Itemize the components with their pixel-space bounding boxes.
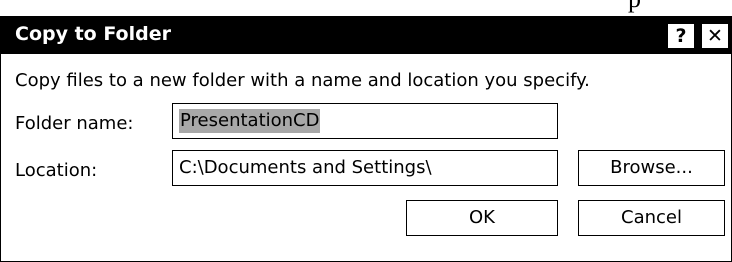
document-background: p [0, 0, 732, 16]
folder-name-label: Folder name: [15, 113, 134, 134]
folder-name-value: PresentationCD [179, 109, 321, 133]
dialog-titlebar[interactable]: Copy to Folder ? ✕ [1, 16, 731, 54]
document-text-fragment: p [628, 0, 641, 12]
help-button[interactable]: ? [667, 23, 695, 49]
dialog-title: Copy to Folder [15, 23, 171, 45]
location-value: C:\Documents and Settings\ [179, 157, 432, 178]
location-label: Location: [15, 160, 98, 181]
cancel-button[interactable]: Cancel [578, 200, 725, 236]
copy-to-folder-dialog: Copy to Folder ? ✕ Copy files to a new f… [0, 16, 732, 262]
browse-button[interactable]: Browse... [578, 150, 725, 186]
close-button[interactable]: ✕ [701, 23, 729, 49]
help-icon: ? [675, 25, 687, 47]
dialog-description: Copy files to a new folder with a name a… [15, 70, 590, 91]
location-input[interactable]: C:\Documents and Settings\ [172, 150, 558, 186]
folder-name-input[interactable]: PresentationCD [172, 103, 558, 139]
close-icon: ✕ [707, 25, 723, 47]
ok-button[interactable]: OK [406, 200, 558, 236]
